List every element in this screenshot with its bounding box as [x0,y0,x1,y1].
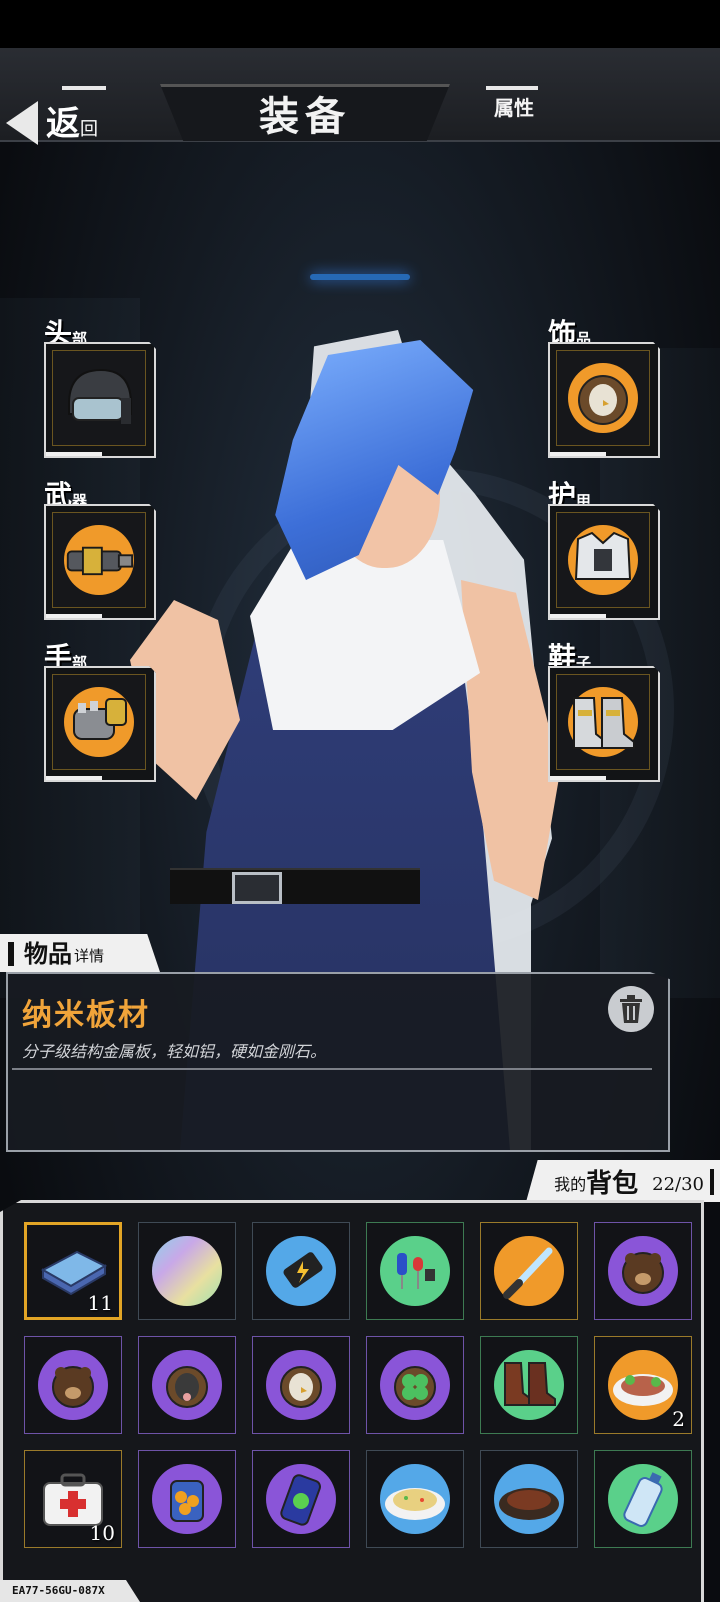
slot-head[interactable]: 头部 [44,312,156,460]
divider [12,1068,652,1070]
helmet-icon [68,368,132,424]
battery-icon [266,1236,336,1306]
slot-armor[interactable]: 护甲 [548,474,660,622]
inventory-slot[interactable]: 2 [594,1336,692,1434]
meat-plate-icon [608,1350,678,1420]
inventory-slot[interactable] [480,1336,578,1434]
inventory-slot[interactable] [480,1222,578,1320]
inventory-slot[interactable] [594,1222,692,1320]
inventory-slot[interactable] [24,1336,122,1434]
item-detail-title: 物品 [24,939,72,968]
inventory-slot[interactable] [366,1450,464,1548]
inventory-slot[interactable] [252,1222,350,1320]
water-bottle-icon [608,1464,678,1534]
weapon-icon [64,525,134,595]
gauntlet-icon [64,687,134,757]
backpack-label: 背包 [586,1169,639,1199]
fried-rice-icon [380,1464,450,1534]
discard-button[interactable] [608,986,654,1032]
chip-disc-icon [152,1236,222,1306]
item-name: 纳米板材 [22,998,150,1033]
inventory-slot[interactable]: 11 [24,1222,122,1320]
slot-hand[interactable]: 手部 [44,636,156,784]
clover-amulet-icon [380,1350,450,1420]
eagle-amulet-icon [266,1350,336,1420]
energy-sword-icon [494,1236,564,1306]
energy-drink-icon [266,1464,336,1534]
slot-shoes[interactable]: 鞋子 [548,636,660,784]
bear-amulet-icon [38,1350,108,1420]
item-quantity: 2 [672,1407,685,1431]
serial-tag: EA77-56GU-087X [0,1580,140,1602]
inventory-slot[interactable] [480,1450,578,1548]
tab-attributes[interactable]: 属性 [494,92,534,121]
boots-icon [568,687,638,757]
inventory-slot[interactable] [594,1450,692,1548]
eagle-amulet-icon [568,363,638,433]
first-aid-kit-icon [43,1473,103,1526]
leather-boots-icon [494,1350,564,1420]
inventory-slot[interactable] [138,1450,236,1548]
slot-accessory[interactable]: 饰品 [548,312,660,460]
item-detail-tab: 物品 详情 [0,934,160,972]
bear-amulet-icon [608,1236,678,1306]
backpack-capacity: 22/30 [652,1174,704,1195]
canned-fruit-icon [152,1464,222,1534]
backpack-header: 我的 背包 22/30 [526,1160,720,1202]
inventory-slot[interactable]: 10 [24,1450,122,1548]
trash-icon [620,995,642,1023]
inventory-slot[interactable] [252,1336,350,1434]
inventory-slot[interactable] [138,1336,236,1434]
item-quantity: 11 [87,1291,113,1315]
inventory-slot[interactable] [252,1450,350,1548]
slot-weapon[interactable]: 武器 [44,474,156,622]
status-bar [0,0,720,48]
backpack-label-small: 我的 [554,1175,587,1194]
inventory-slot[interactable] [138,1222,236,1320]
inventory-slot[interactable] [366,1336,464,1434]
item-detail-subtitle: 详情 [74,947,105,965]
inventory-slot[interactable] [366,1222,464,1320]
item-description: 分子级结构金属板，轻如铝，硬如金刚石。 [22,1042,327,1061]
mole-amulet-icon [152,1350,222,1420]
electronic-parts-icon [380,1236,450,1306]
steak-plate-icon [494,1464,564,1534]
armor-vest-icon [568,525,638,595]
item-quantity: 10 [89,1521,115,1545]
